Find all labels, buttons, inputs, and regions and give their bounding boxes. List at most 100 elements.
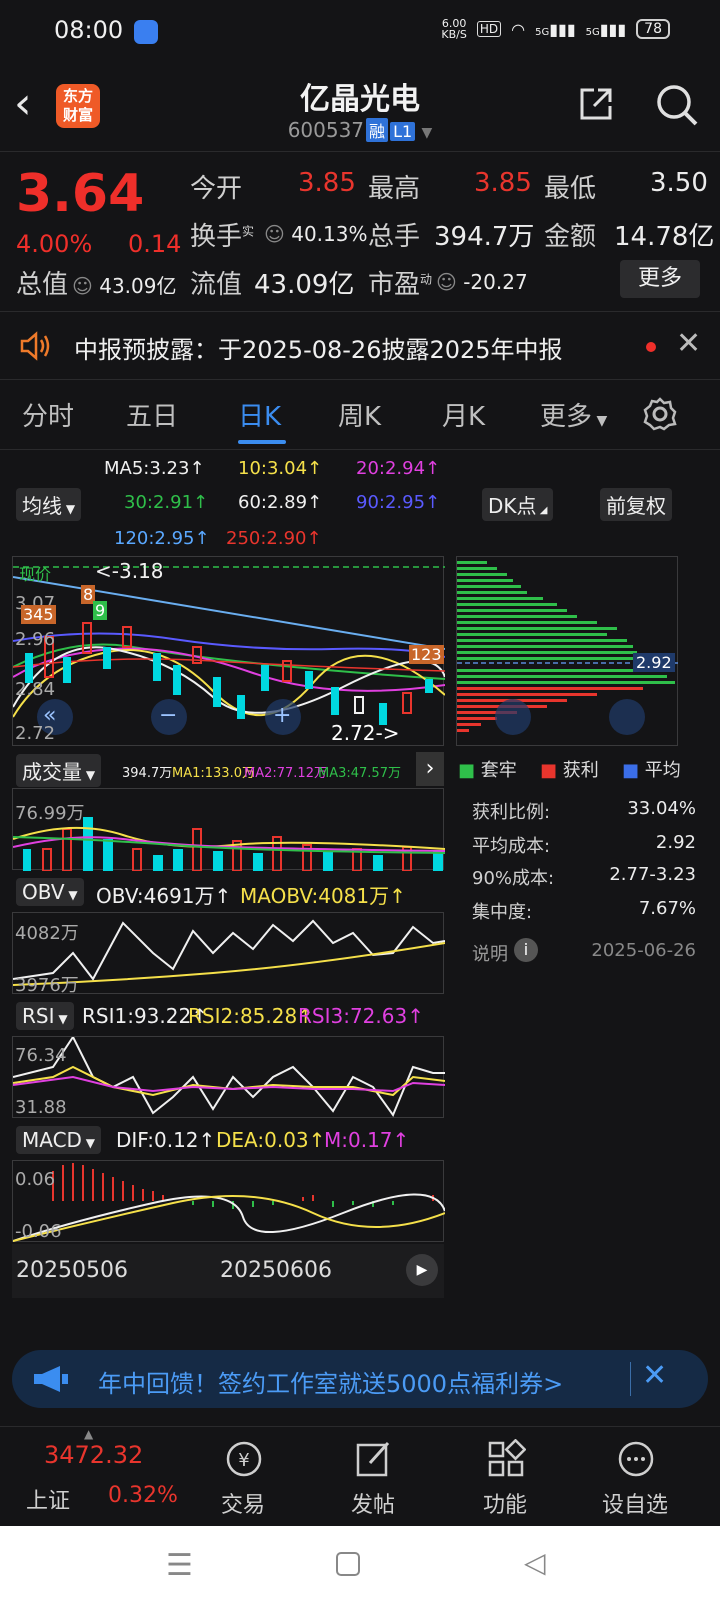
volume-selector[interactable]: 成交量 ▼ [16, 754, 102, 787]
dropdown-icon: ▼ [421, 125, 433, 141]
promo-banner[interactable]: 年中回馈！签约工作室就送5000点福利券> ✕ [12, 1350, 708, 1408]
level-tag: L1 [390, 122, 416, 141]
notice-bar[interactable]: 中报预披露：于2025-08-26披露2025年中报 ✕ [0, 312, 720, 380]
turnover-value: ☺ 40.13% [264, 222, 368, 246]
volume-ma3: MA3:47.57万 [318, 766, 401, 781]
ma250-value: 250:2.90↑ [226, 528, 322, 549]
market-cap-label: 总值 [16, 270, 69, 300]
close-icon[interactable]: ✕ [676, 326, 701, 361]
ma120-value: 120:2.95↑ [114, 528, 210, 549]
legend-profit: ■ 获利 [540, 760, 599, 781]
low-label: 最低 [544, 174, 597, 204]
expand-arrow-icon[interactable]: › [416, 752, 444, 786]
chip-bars [457, 561, 679, 735]
tab-more[interactable]: 更多 ▼ [540, 396, 607, 433]
hd-icon: HD [476, 21, 502, 37]
zoom-out-icon[interactable]: − [159, 703, 177, 728]
volume-value: 394.7万 [434, 222, 535, 252]
ma30-value: 30:2.91↑ [124, 492, 209, 513]
sh-index-value[interactable]: 3472.32 [44, 1441, 143, 1469]
nav-function[interactable]: 功能 [460, 1487, 550, 1519]
avg-cost-label: 平均成本: [472, 836, 551, 857]
rsi-lines [13, 1037, 445, 1118]
signal-5g-icon-2: 5G▮▮▮ [585, 19, 627, 39]
promo-text[interactable]: 年中回馈！签约工作室就送5000点福利券> [98, 1364, 563, 1399]
rsi-selector[interactable]: RSI ▼ [16, 1002, 74, 1030]
ma60-value: 60:2.89↑ [238, 492, 323, 513]
share-icon[interactable] [576, 84, 616, 124]
nav-trade[interactable]: 交易 [198, 1487, 288, 1519]
macd-tick-top: 0.06 [15, 1169, 56, 1190]
kline-chart[interactable]: 现价 <-3.18 3.07 2.96 2.84 2.72 345 8 9 12… [12, 556, 445, 746]
nav-post[interactable]: 发帖 [328, 1487, 418, 1519]
function-grid-icon[interactable] [486, 1439, 526, 1479]
unread-dot [646, 342, 656, 352]
m-value: M:0.17↑ [324, 1128, 410, 1152]
recent-apps-icon[interactable]: ☰ [166, 1548, 193, 1583]
obv-tick-bottom: 3976万 [15, 975, 79, 996]
ma10-value: 10:3.04↑ [238, 458, 323, 479]
price-tick-3: 2.84 [15, 679, 56, 700]
obv-selector[interactable]: OBV ▼ [16, 878, 84, 906]
dif-value: DIF:0.12↑ [116, 1128, 216, 1152]
notice-text[interactable]: 中报预披露：于2025-08-26披露2025年中报 [74, 330, 563, 365]
market-cap-value: ☺ 43.09亿 [72, 274, 177, 298]
trade-icon[interactable]: ¥ [224, 1439, 264, 1479]
avg-cost-marker: 2.92 [633, 653, 675, 672]
float-cap-value: 43.09亿 [254, 270, 355, 300]
dk-point-button[interactable]: DK点 ◢ [482, 488, 554, 521]
last-price: 3.64 [16, 164, 145, 224]
zoom-in-icon[interactable]: + [273, 703, 291, 728]
signal-5g-icon: 5G▮▮▮ [535, 19, 576, 39]
low-value: 3.50 [650, 168, 708, 198]
battery-icon: 78 [636, 19, 670, 39]
signal-marker-345: 345 [21, 605, 56, 624]
close-icon[interactable]: ✕ [642, 1358, 667, 1393]
post-edit-icon[interactable] [354, 1439, 394, 1479]
obv-value: OBV:4691万↑ [96, 884, 232, 908]
play-icon[interactable]: ▶ [406, 1254, 438, 1286]
obv-chart: 4082万 3976万 [12, 912, 445, 996]
back-icon[interactable]: ◁ [524, 1546, 546, 1579]
ma90-value: 90:2.95↑ [356, 492, 441, 513]
scroll-left-icon[interactable]: « [43, 703, 56, 728]
tab-weekly-k[interactable]: 周K [338, 396, 381, 433]
low-price-label: 2.72-> [331, 721, 400, 745]
tab-daily-k[interactable]: 日K [238, 396, 281, 433]
tab-five-day[interactable]: 五日 [126, 396, 178, 433]
high-price-label: <-3.18 [95, 559, 164, 583]
chip-date: 2025-06-26 [591, 940, 696, 961]
tab-intraday[interactable]: 分时 [22, 396, 74, 433]
more-dots-icon[interactable] [616, 1439, 656, 1479]
sh-index-pct[interactable]: 0.32% [108, 1483, 178, 1508]
rsi3-value: RSI3:72.63↑ [298, 1004, 424, 1028]
ma-selector[interactable]: 均线 ▼ [16, 488, 82, 521]
macd-selector[interactable]: MACD ▼ [16, 1126, 101, 1154]
rsi-chart: 76.34 31.88 [12, 1036, 445, 1118]
system-nav-bar: ☰ ◁ [0, 1526, 720, 1612]
sh-index-name[interactable]: 上证 [26, 1483, 70, 1515]
period-tabs: 分时 五日 日K 周K 月K 更多 ▼ [0, 380, 720, 450]
settings-gear-icon[interactable] [642, 396, 678, 432]
search-icon[interactable] [654, 82, 700, 128]
maobv-value: MAOBV:4081万↑ [240, 884, 406, 908]
obv-tick-top: 4082万 [15, 923, 79, 944]
nav-add-watchlist[interactable]: 设自选 [590, 1487, 680, 1519]
megaphone-icon [34, 1366, 68, 1392]
home-icon[interactable] [336, 1552, 360, 1576]
info-icon[interactable]: i [514, 938, 538, 962]
more-button[interactable]: 更多 [620, 260, 700, 298]
weather-app-icon [134, 20, 158, 44]
date-mid: 20250606 [220, 1258, 332, 1283]
tab-monthly-k[interactable]: 月K [442, 396, 485, 433]
price-adjust-button[interactable]: 前复权 [600, 488, 672, 521]
signal-marker-9: 9 [93, 601, 108, 620]
open-label: 今开 [190, 174, 243, 204]
current-price-label: 现价 [19, 565, 52, 584]
volume-ma1: MA1:133.0万 [172, 766, 255, 781]
pe-value: ☺ -20.27 [436, 270, 528, 294]
ma20-value: 20:2.94↑ [356, 458, 441, 479]
avg-cost-value: 2.92 [655, 832, 696, 853]
chip-distribution[interactable]: 2.92 [456, 556, 679, 746]
volume-ma2: MA2:77.12万 [244, 766, 327, 781]
